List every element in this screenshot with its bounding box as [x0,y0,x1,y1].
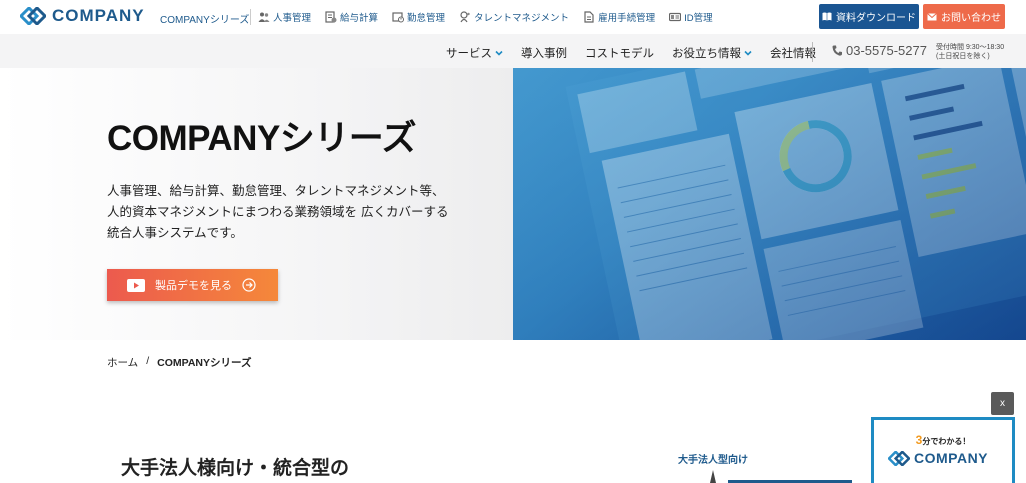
nav-label: 会社情報 [770,48,816,60]
nav-label: サービス [446,48,492,60]
topnav-label: ID管理 [684,13,713,24]
topnav-item-hr[interactable]: 人事管理 [258,10,311,24]
topnav-label: 勤怠管理 [407,13,446,24]
promo-logo-text: COMPANY [914,450,989,466]
product-nav: 人事管理 給与計算 勤怠管理 タレントマネジメント 雇用手続管理 ID管理 [258,10,713,24]
video-play-icon [127,278,145,292]
book-icon [822,12,832,21]
promo-tagline-text: 分でわかる！ [922,437,971,446]
document-icon [584,11,594,23]
breadcrumb: ホーム / COMPANYシリーズ [107,355,251,370]
phone-icon [832,45,842,56]
topnav-item-attendance[interactable]: 勤怠管理 [392,10,445,24]
topnav-label: タレントマネジメント [474,13,570,24]
download-label: 資料ダウンロード [836,13,916,24]
hero-title: COMPANYシリーズ [107,119,417,158]
logo-mark-icon [888,450,910,466]
nav-label: 導入事例 [521,48,567,60]
breadcrumb-current: COMPANYシリーズ [157,357,252,369]
hours-line: 受付時間 9:30～18:30 [936,44,1005,51]
promo-tagline: 3分でわかる！ [874,433,1012,447]
enterprise-label: 大手法人型向け [678,455,748,466]
nav-label: お役立ち情報 [672,48,741,60]
chevron-down-icon [495,50,503,56]
talent-icon [460,11,470,23]
close-promo-button[interactable]: x [991,392,1014,415]
attendance-icon [392,12,405,23]
business-hours: 受付時間 9:30～18:30 (土日祝日を除く) [936,43,1004,61]
phone-text: 03-5575-5277 [846,43,927,58]
header-divider [250,9,251,25]
mail-icon [927,12,937,20]
main-nav: サービス 導入事例 コストモデル お役立ち情報 会社情報 [446,45,816,61]
nav-item-company-info[interactable]: 会社情報 [770,45,816,61]
main-navbar: サービス 導入事例 コストモデル お役立ち情報 会社情報 03-5575-527… [0,34,1026,68]
contact-button[interactable]: お問い合わせ [923,4,1005,29]
topnav-item-payroll[interactable]: 給与計算 [325,10,378,24]
people-icon [258,12,270,22]
topnav-item-talent[interactable]: タレントマネジメント [459,10,569,24]
demo-label: 製品デモを見る [155,280,232,292]
up-arrow-icon [710,470,716,483]
topnav-item-id[interactable]: ID管理 [669,10,713,24]
contact-label: お問い合わせ [941,13,1001,24]
nav-item-case-studies[interactable]: 導入事例 [521,45,567,61]
hero-description-line: 統合人事システムです。 [107,225,243,240]
nav-item-services[interactable]: サービス [446,45,503,61]
breadcrumb-home[interactable]: ホーム [107,355,138,370]
chevron-down-icon [744,50,752,56]
hero-description: 人事管理、給与計算、勤怠管理、タレントマネジメント等、 人的資本マネジメントにま… [107,180,477,243]
nav-label: コストモデル [585,48,654,60]
nav-item-resources[interactable]: お役立ち情報 [672,45,752,61]
topnav-label: 雇用手続管理 [598,13,656,24]
promo-banner[interactable]: 3分でわかる！ COMPANY [871,417,1015,483]
logo-text: COMPANY [52,6,145,25]
hours-note: (土日祝日を除く) [936,53,990,60]
series-link[interactable]: COMPANYシリーズ [160,11,249,26]
section-heading: 大手法人様向け・統合型の [121,457,350,479]
breadcrumb-separator: / [146,355,150,367]
top-header: COMPANY COMPANYシリーズ 人事管理 給与計算 勤怠管理 タレントマ… [0,0,1026,34]
payroll-icon [325,11,337,23]
nav-item-cost-model[interactable]: コストモデル [585,45,654,61]
id-card-icon [669,12,682,22]
phone-number[interactable]: 03-5575-5277 [832,43,927,58]
navbar-divider [812,42,813,62]
hero-description-line: 人的資本マネジメントにまつわる業務領域を 広くカバーする [107,204,449,219]
logo-mark-icon [20,7,46,25]
product-demo-button[interactable]: 製品デモを見る [107,269,278,301]
download-materials-button[interactable]: 資料ダウンロード [819,4,919,29]
topnav-label: 人事管理 [273,13,312,24]
topnav-item-employment[interactable]: 雇用手続管理 [583,10,655,24]
dashboard-screenshot-illustration [513,68,1026,340]
arrow-circle-right-icon [242,278,256,292]
topnav-label: 給与計算 [340,13,379,24]
company-logo[interactable]: COMPANY [20,6,145,26]
hero-dashboard-image [513,68,1026,340]
hero-description-line: 人事管理、給与計算、勤怠管理、タレントマネジメント等、 [107,183,445,198]
promo-logo: COMPANY [888,450,988,466]
